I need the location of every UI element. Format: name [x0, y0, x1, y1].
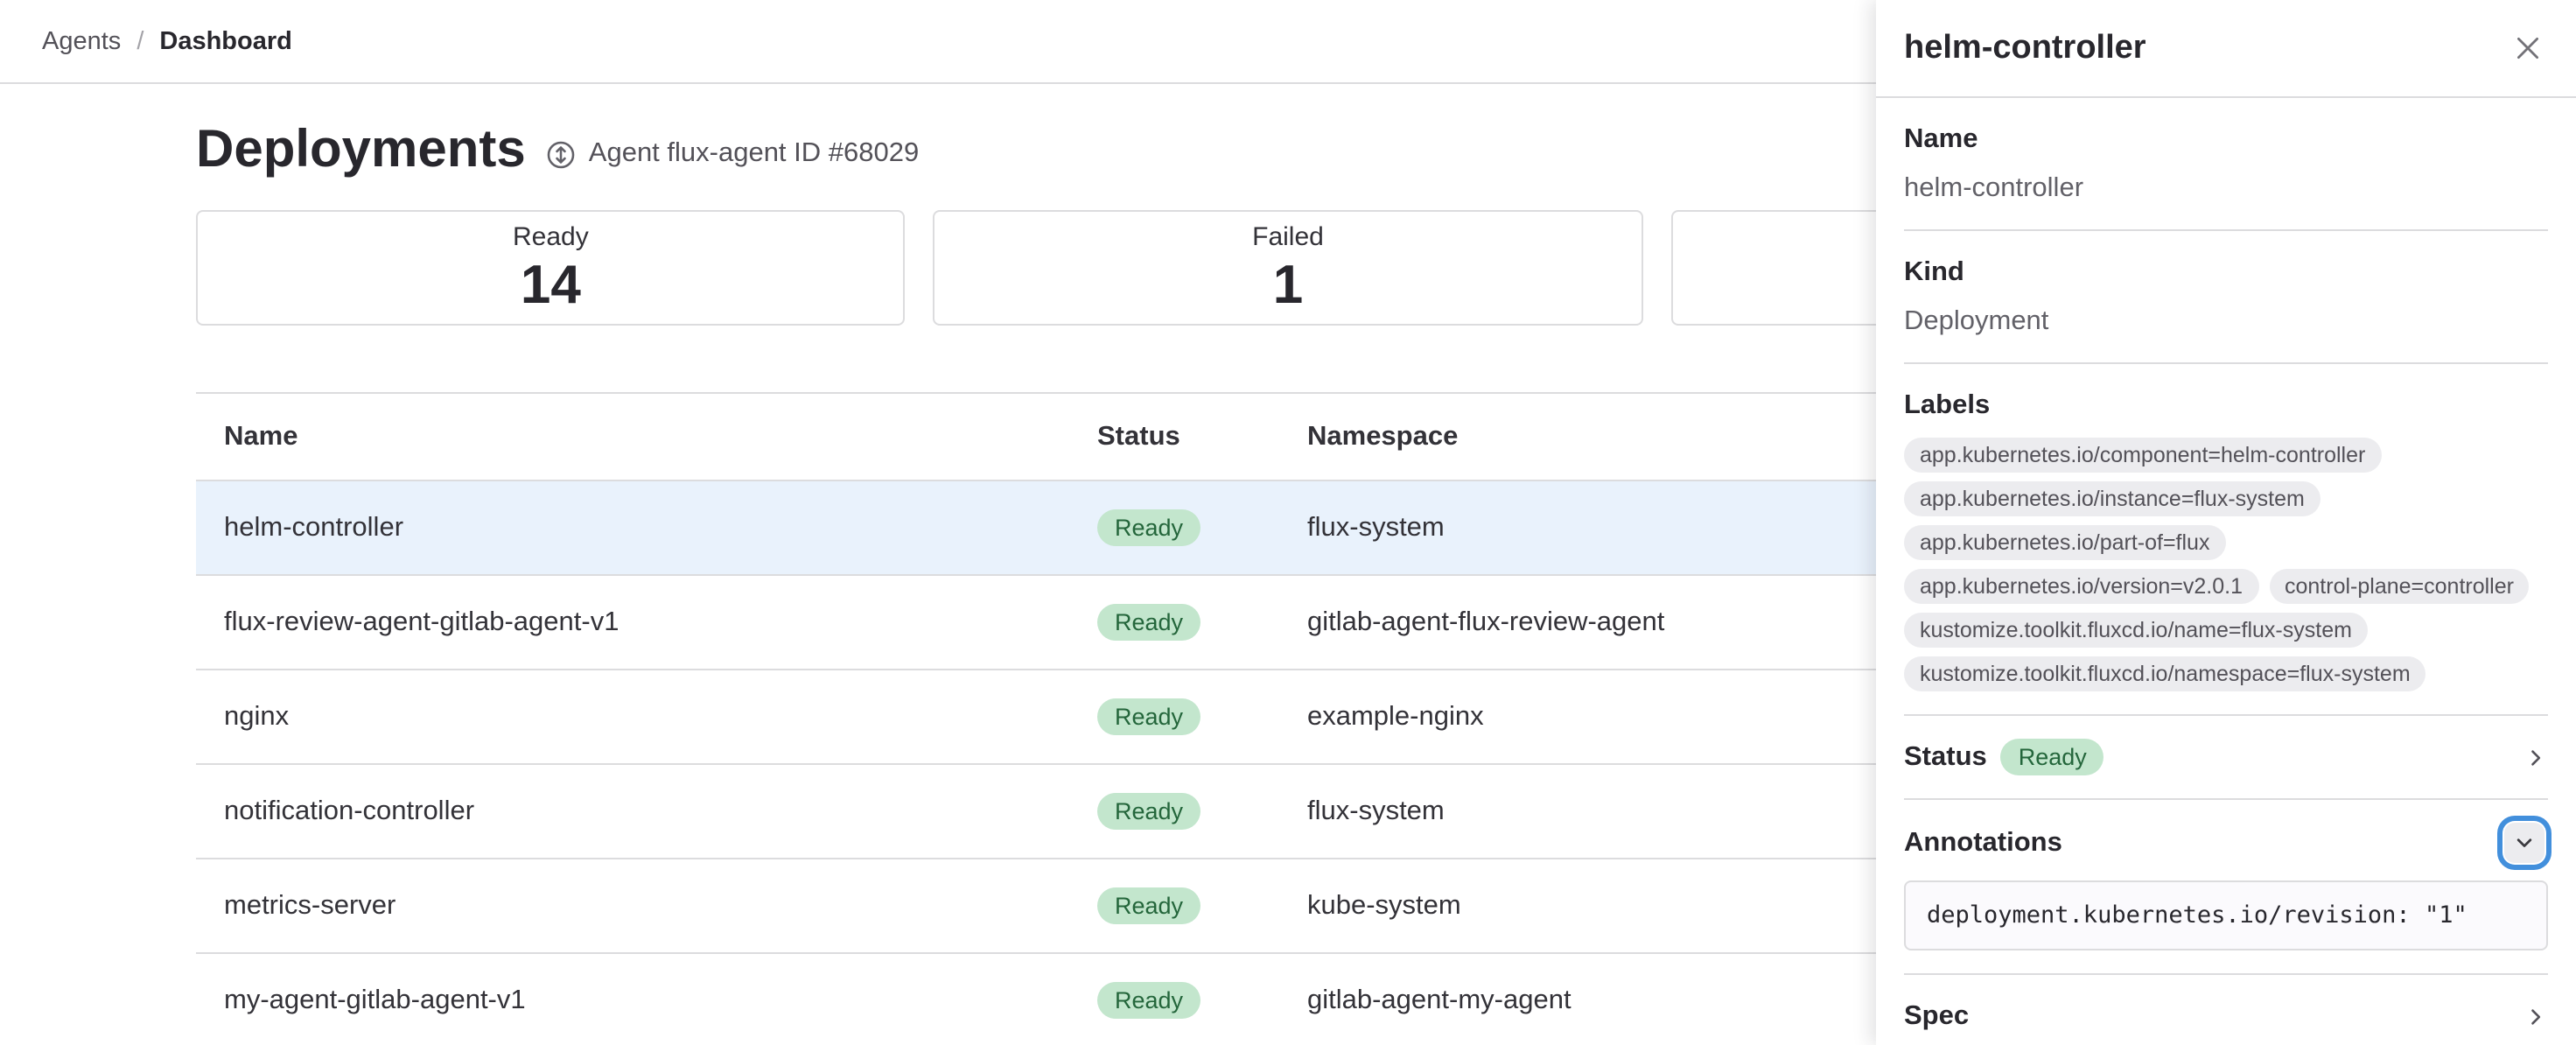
status-row[interactable]: Status Ready — [1904, 739, 2548, 775]
row-status: Ready — [1097, 982, 1307, 1019]
drawer-header: helm-controller — [1876, 0, 2576, 98]
drawer-status-badge: Ready — [2001, 739, 2104, 775]
summary-card: Ready14 — [196, 210, 906, 326]
drawer-title: helm-controller — [1904, 29, 2146, 67]
breadcrumb-separator: / — [136, 27, 144, 55]
summary-card-value: 14 — [521, 253, 581, 316]
agent-info-label: Agent flux-agent ID #68029 — [589, 138, 919, 170]
section-value-kind: Deployment — [1904, 303, 2548, 340]
section-heading-spec: Spec — [1904, 998, 1969, 1034]
summary-card-value: 1 — [1273, 253, 1304, 316]
drawer-section-kind: Kind Deployment — [1904, 231, 2548, 364]
row-name: nginx — [196, 701, 1097, 733]
status-badge: Ready — [1097, 982, 1200, 1019]
chevron-down-icon — [2513, 831, 2536, 854]
label-chip: app.kubernetes.io/instance=flux-system — [1904, 481, 2320, 516]
status-badge: Ready — [1097, 509, 1200, 546]
drawer-section-labels: Labels app.kubernetes.io/component=helm-… — [1904, 364, 2548, 716]
row-name: metrics-server — [196, 890, 1097, 922]
section-heading-status: Status — [1904, 739, 1987, 775]
status-badge: Ready — [1097, 887, 1200, 924]
label-chip: control-plane=controller — [2269, 569, 2530, 604]
chevron-right-icon[interactable] — [2524, 745, 2548, 769]
status-badge: Ready — [1097, 604, 1200, 641]
breadcrumb-agents[interactable]: Agents — [42, 27, 121, 55]
row-status: Ready — [1097, 793, 1307, 830]
close-icon — [2515, 35, 2541, 61]
drawer-section-name: Name helm-controller — [1904, 98, 2548, 231]
drawer-section-status: Status Ready — [1904, 716, 2548, 800]
summary-card: Failed1 — [934, 210, 1643, 326]
status-badge: Ready — [1097, 698, 1200, 735]
label-chip: app.kubernetes.io/component=helm-control… — [1904, 438, 2381, 473]
annotations-collapse-button[interactable] — [2504, 823, 2544, 863]
section-value-name: helm-controller — [1904, 170, 2548, 207]
summary-card-label: Failed — [1252, 220, 1324, 253]
spec-row[interactable]: Spec — [1904, 998, 2548, 1034]
row-name: notification-controller — [196, 796, 1097, 827]
chevron-right-icon[interactable] — [2524, 1004, 2548, 1028]
column-header-name: Name — [196, 421, 1097, 452]
row-name: my-agent-gitlab-agent-v1 — [196, 985, 1097, 1016]
row-status: Ready — [1097, 604, 1307, 641]
label-chip: app.kubernetes.io/version=v2.0.1 — [1904, 569, 2258, 604]
page-title: Deployments — [196, 119, 526, 182]
annotations-code-block: deployment.kubernetes.io/revision: "1" — [1904, 880, 2548, 950]
label-chip: kustomize.toolkit.fluxcd.io/name=flux-sy… — [1904, 613, 2368, 648]
drawer-section-annotations: Annotations deployment.kubernetes.io/rev… — [1904, 800, 2548, 975]
summary-card-label: Ready — [513, 220, 589, 253]
breadcrumb-dashboard: Dashboard — [159, 27, 292, 55]
details-drawer: helm-controller Name helm-controller Kin… — [1876, 0, 2576, 1045]
drawer-section-spec: Spec — [1904, 975, 2548, 1045]
section-heading-annotations: Annotations — [1904, 824, 2062, 861]
section-heading-name: Name — [1904, 121, 2548, 158]
agent-icon — [547, 139, 577, 169]
row-name: helm-controller — [196, 512, 1097, 544]
label-chip: app.kubernetes.io/part-of=flux — [1904, 525, 2225, 560]
label-chip: kustomize.toolkit.fluxcd.io/namespace=fl… — [1904, 656, 2426, 691]
row-name: flux-review-agent-gitlab-agent-v1 — [196, 607, 1097, 638]
column-header-status: Status — [1097, 421, 1307, 452]
section-heading-labels: Labels — [1904, 387, 2548, 424]
close-drawer-button[interactable] — [2508, 28, 2548, 68]
agent-info: Agent flux-agent ID #68029 — [547, 138, 919, 170]
section-heading-kind: Kind — [1904, 254, 2548, 291]
row-status: Ready — [1097, 887, 1307, 924]
row-status: Ready — [1097, 698, 1307, 735]
row-status: Ready — [1097, 509, 1307, 546]
app-root: Agents / Dashboard Deployments Agent flu… — [0, 0, 2576, 1045]
label-chips: app.kubernetes.io/component=helm-control… — [1904, 438, 2548, 691]
status-badge: Ready — [1097, 793, 1200, 830]
